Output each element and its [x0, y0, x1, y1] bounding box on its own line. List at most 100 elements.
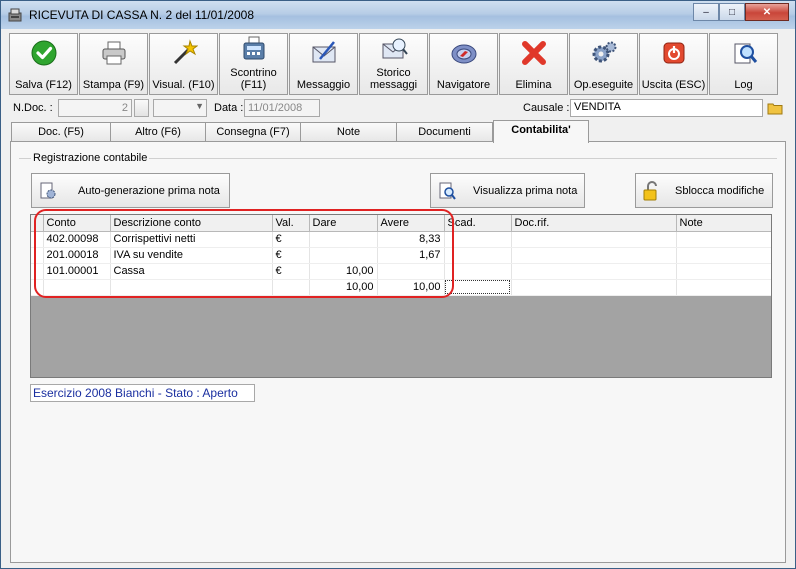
folder-icon[interactable] — [767, 100, 783, 116]
table-totals-row[interactable]: 10,00 10,00 — [31, 279, 771, 296]
window-controls: – □ ✕ — [693, 3, 789, 21]
preview-button[interactable]: Visual. (F10) — [149, 33, 218, 95]
preview-label: Visual. (F10) — [152, 79, 215, 91]
message-button[interactable]: Messaggio — [289, 33, 358, 95]
tab-contabilita[interactable]: Contabilita' — [493, 120, 589, 143]
ndoc-field[interactable]: 2 — [58, 99, 132, 117]
fiscal-year-status: Esercizio 2008 Bianchi - Stato : Aperto — [30, 384, 255, 402]
column-header-conto[interactable]: Conto — [43, 215, 111, 232]
cell-val[interactable] — [272, 279, 310, 296]
auto-generate-button[interactable]: Auto-generazione prima nota — [31, 173, 230, 208]
cell-dare[interactable] — [309, 247, 378, 264]
delete-label: Elimina — [515, 79, 552, 91]
causale-label: Causale : — [523, 102, 570, 114]
causale-field[interactable]: VENDITA — [570, 99, 763, 117]
gears-icon — [592, 41, 616, 63]
row-selector[interactable] — [31, 247, 44, 264]
envelope-icon — [312, 41, 335, 63]
series-dropdown[interactable]: ▼ — [153, 99, 207, 117]
column-header-docrif[interactable]: Doc.rif. — [511, 215, 677, 232]
cell-val[interactable]: € — [272, 263, 310, 280]
window-title: RICEVUTA DI CASSA N. 2 del 11/01/2008 — [29, 8, 254, 22]
cell-docrif[interactable] — [511, 231, 677, 248]
minimize-button[interactable]: – — [693, 3, 719, 21]
delete-x-icon — [521, 41, 546, 65]
tab-doc[interactable]: Doc. (F5) — [11, 122, 111, 142]
column-header-note[interactable]: Note — [676, 215, 771, 232]
cell-conto[interactable]: 101.00001 — [43, 263, 111, 280]
log-search-icon — [734, 43, 757, 64]
column-header-dare[interactable]: Dare — [309, 215, 378, 232]
column-header-descrizione[interactable]: Descrizione conto — [110, 215, 273, 232]
cell-conto[interactable]: 201.00018 — [43, 247, 111, 264]
exit-icon — [663, 42, 684, 64]
delete-button[interactable]: Elimina — [499, 33, 568, 95]
app-cash-register-icon — [8, 8, 22, 22]
cell-scad[interactable] — [444, 279, 512, 296]
cell-val[interactable]: € — [272, 247, 310, 264]
ndoc-label: N.Doc. : — [13, 102, 53, 114]
row-selector[interactable] — [31, 279, 44, 296]
column-header-scad[interactable]: Scad. — [444, 215, 512, 232]
date-field[interactable]: 11/01/2008 — [244, 99, 320, 117]
maximize-button[interactable]: □ — [719, 3, 745, 21]
table-row[interactable]: 101.00001 Cassa € 10,00 — [31, 263, 771, 280]
cell-note[interactable] — [676, 279, 771, 296]
cell-descrizione[interactable] — [110, 279, 273, 296]
column-header-avere[interactable]: Avere — [377, 215, 445, 232]
view-journal-label: Visualizza prima nota — [473, 185, 578, 197]
row-selector[interactable] — [31, 263, 44, 280]
receipt-button[interactable]: Scontrino (F11) — [219, 33, 288, 95]
cell-avere[interactable]: 8,33 — [377, 231, 445, 248]
accounting-grid[interactable]: Conto Descrizione conto Val. Dare Avere … — [30, 214, 772, 378]
save-button[interactable]: Salva (F12) — [9, 33, 78, 95]
row-selector[interactable] — [31, 231, 44, 248]
save-label: Salva (F12) — [15, 79, 72, 91]
operations-button[interactable]: Op.eseguite — [569, 33, 638, 95]
table-row[interactable]: 402.00098 Corrispettivi netti € 8,33 — [31, 231, 771, 248]
total-dare: 10,00 — [309, 279, 378, 296]
cell-avere[interactable] — [377, 263, 445, 280]
tab-altro[interactable]: Altro (F6) — [110, 122, 206, 142]
log-button[interactable]: Log — [709, 33, 778, 95]
unlock-label: Sblocca modifiche — [675, 185, 765, 197]
cell-descrizione[interactable]: Cassa — [110, 263, 273, 280]
cell-conto[interactable] — [43, 279, 111, 296]
cell-dare[interactable]: 10,00 — [309, 263, 378, 280]
cell-note[interactable] — [676, 247, 771, 264]
message-history-button[interactable]: Storico messaggi — [359, 33, 428, 95]
magic-wand-icon — [173, 39, 198, 65]
cell-val[interactable]: € — [272, 231, 310, 248]
tab-consegna[interactable]: Consegna (F7) — [205, 122, 301, 142]
tab-documenti[interactable]: Documenti — [396, 122, 493, 142]
cell-scad[interactable] — [444, 247, 512, 264]
cell-note[interactable] — [676, 231, 771, 248]
column-header-val[interactable]: Val. — [272, 215, 310, 232]
cell-scad[interactable] — [444, 263, 512, 280]
unlock-button[interactable]: Sblocca modifiche — [635, 173, 773, 208]
cell-dare[interactable] — [309, 231, 378, 248]
cell-scad[interactable] — [444, 231, 512, 248]
navigator-button[interactable]: Navigatore — [429, 33, 498, 95]
tab-note[interactable]: Note — [300, 122, 397, 142]
cell-descrizione[interactable]: Corrispettivi netti — [110, 231, 273, 248]
cell-note[interactable] — [676, 263, 771, 280]
print-button[interactable]: Stampa (F9) — [79, 33, 148, 95]
title-bar[interactable]: RICEVUTA DI CASSA N. 2 del 11/01/2008 – … — [1, 1, 795, 29]
accounting-table: Conto Descrizione conto Val. Dare Avere … — [31, 215, 771, 296]
total-avere: 10,00 — [377, 279, 445, 296]
cell-docrif[interactable] — [511, 263, 677, 280]
exit-button[interactable]: Uscita (ESC) — [639, 33, 708, 95]
view-journal-button[interactable]: Visualizza prima nota — [430, 173, 585, 208]
date-label: Data : — [214, 102, 244, 114]
cell-docrif[interactable] — [511, 247, 677, 264]
cell-avere[interactable]: 1,67 — [377, 247, 445, 264]
chevron-down-icon: ▼ — [195, 101, 204, 111]
cell-descrizione[interactable]: IVA su vendite — [110, 247, 273, 264]
ndoc-picker-button[interactable] — [134, 99, 149, 117]
close-button[interactable]: ✕ — [745, 3, 789, 21]
table-row[interactable]: 201.00018 IVA su vendite € 1,67 — [31, 247, 771, 264]
cell-docrif[interactable] — [511, 279, 677, 296]
auto-generate-label: Auto-generazione prima nota — [78, 185, 220, 197]
cell-conto[interactable]: 402.00098 — [43, 231, 111, 248]
